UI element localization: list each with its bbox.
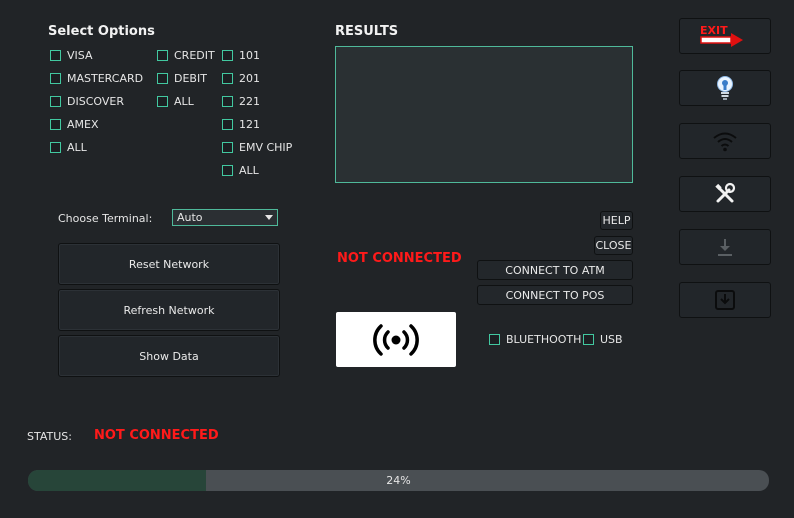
checkbox-box[interactable]	[222, 73, 233, 84]
checkbox-label: AMEX	[67, 118, 99, 131]
settings-button[interactable]	[679, 176, 771, 212]
exit-button[interactable]: EXIT	[679, 18, 771, 54]
checkbox-label: 201	[239, 72, 260, 85]
show-data-button[interactable]: Show Data	[58, 335, 280, 377]
checkbox-mastercard[interactable]: MASTERCARD	[50, 72, 143, 85]
checkbox-box[interactable]	[50, 119, 61, 130]
checkbox-bluetooth[interactable]: BLUETHOOTH	[489, 333, 581, 346]
checkbox-box[interactable]	[489, 334, 500, 345]
checkbox-debit[interactable]: DEBIT	[157, 72, 207, 85]
broadcast-panel[interactable]	[336, 312, 456, 367]
checkbox-box[interactable]	[50, 50, 61, 61]
checkbox-201[interactable]: 201	[222, 72, 260, 85]
help-button[interactable]: HELP	[600, 211, 633, 230]
status-label: STATUS:	[27, 430, 72, 443]
checkbox-emv-chip[interactable]: EMV CHIP	[222, 141, 292, 154]
tools-icon	[715, 182, 736, 203]
checkbox-label: 221	[239, 95, 260, 108]
lightbulb-button[interactable]	[679, 70, 771, 106]
import-icon	[715, 290, 735, 310]
status-value: NOT CONNECTED	[94, 428, 219, 443]
results-panel	[335, 46, 633, 183]
checkbox-label: USB	[600, 333, 623, 346]
exit-icon: EXIT	[700, 24, 750, 48]
progress-bar: 24%	[28, 470, 769, 491]
download-icon	[718, 239, 732, 256]
checkbox-label: CREDIT	[174, 49, 215, 62]
checkbox-box[interactable]	[222, 50, 233, 61]
checkbox-label: BLUETHOOTH	[506, 333, 582, 346]
import-button[interactable]	[679, 282, 771, 318]
broadcast-icon	[373, 323, 419, 356]
checkbox-box[interactable]	[222, 142, 233, 153]
checkbox-label: 121	[239, 118, 260, 131]
checkbox-221[interactable]: 221	[222, 95, 260, 108]
checkbox-label: MASTERCARD	[67, 72, 144, 85]
checkbox-label: DISCOVER	[67, 95, 124, 108]
select-options-title: Select Options	[48, 24, 155, 39]
checkbox-101[interactable]: 101	[222, 49, 260, 62]
close-button[interactable]: CLOSE	[594, 236, 633, 255]
checkbox-box[interactable]	[50, 142, 61, 153]
checkbox-label: VISA	[67, 49, 93, 62]
checkbox-box[interactable]	[222, 119, 233, 130]
progress-label: 24%	[386, 474, 411, 487]
results-title: RESULTS	[335, 24, 399, 39]
checkbox-box[interactable]	[157, 50, 168, 61]
connection-status: NOT CONNECTED	[337, 251, 462, 266]
checkbox-label: ALL	[239, 164, 259, 177]
checkbox-label: ALL	[67, 141, 87, 154]
terminal-select[interactable]: Auto	[172, 209, 278, 226]
checkbox-box[interactable]	[222, 165, 233, 176]
checkbox-credit[interactable]: CREDIT	[157, 49, 215, 62]
lightbulb-icon	[717, 76, 733, 100]
download-button[interactable]	[679, 229, 771, 265]
checkbox-types-all[interactable]: ALL	[157, 95, 194, 108]
wifi-button[interactable]	[679, 123, 771, 159]
connect-atm-button[interactable]: CONNECT TO ATM	[477, 260, 633, 280]
arrow-right-icon	[700, 33, 743, 47]
checkbox-visa[interactable]: VISA	[50, 49, 92, 62]
checkbox-codes-all[interactable]: ALL	[222, 164, 259, 177]
checkbox-box[interactable]	[50, 73, 61, 84]
checkbox-label: 101	[239, 49, 260, 62]
checkbox-label: DEBIT	[174, 72, 207, 85]
checkbox-usb[interactable]: USB	[583, 333, 623, 346]
checkbox-label: EMV CHIP	[239, 141, 293, 154]
checkbox-amex[interactable]: AMEX	[50, 118, 99, 131]
checkbox-discover[interactable]: DISCOVER	[50, 95, 124, 108]
checkbox-box[interactable]	[583, 334, 594, 345]
terminal-select-value: Auto	[177, 211, 203, 224]
checkbox-cards-all[interactable]: ALL	[50, 141, 87, 154]
reset-network-button[interactable]: Reset Network	[58, 243, 280, 285]
connect-pos-button[interactable]: CONNECT TO POS	[477, 285, 633, 305]
checkbox-box[interactable]	[50, 96, 61, 107]
chevron-down-icon	[265, 215, 273, 220]
wifi-icon	[713, 132, 737, 152]
refresh-network-button[interactable]: Refresh Network	[58, 289, 280, 331]
checkbox-box[interactable]	[222, 96, 233, 107]
checkbox-box[interactable]	[157, 96, 168, 107]
choose-terminal-label: Choose Terminal:	[58, 212, 153, 225]
checkbox-121[interactable]: 121	[222, 118, 260, 131]
checkbox-label: ALL	[174, 95, 194, 108]
checkbox-box[interactable]	[157, 73, 168, 84]
